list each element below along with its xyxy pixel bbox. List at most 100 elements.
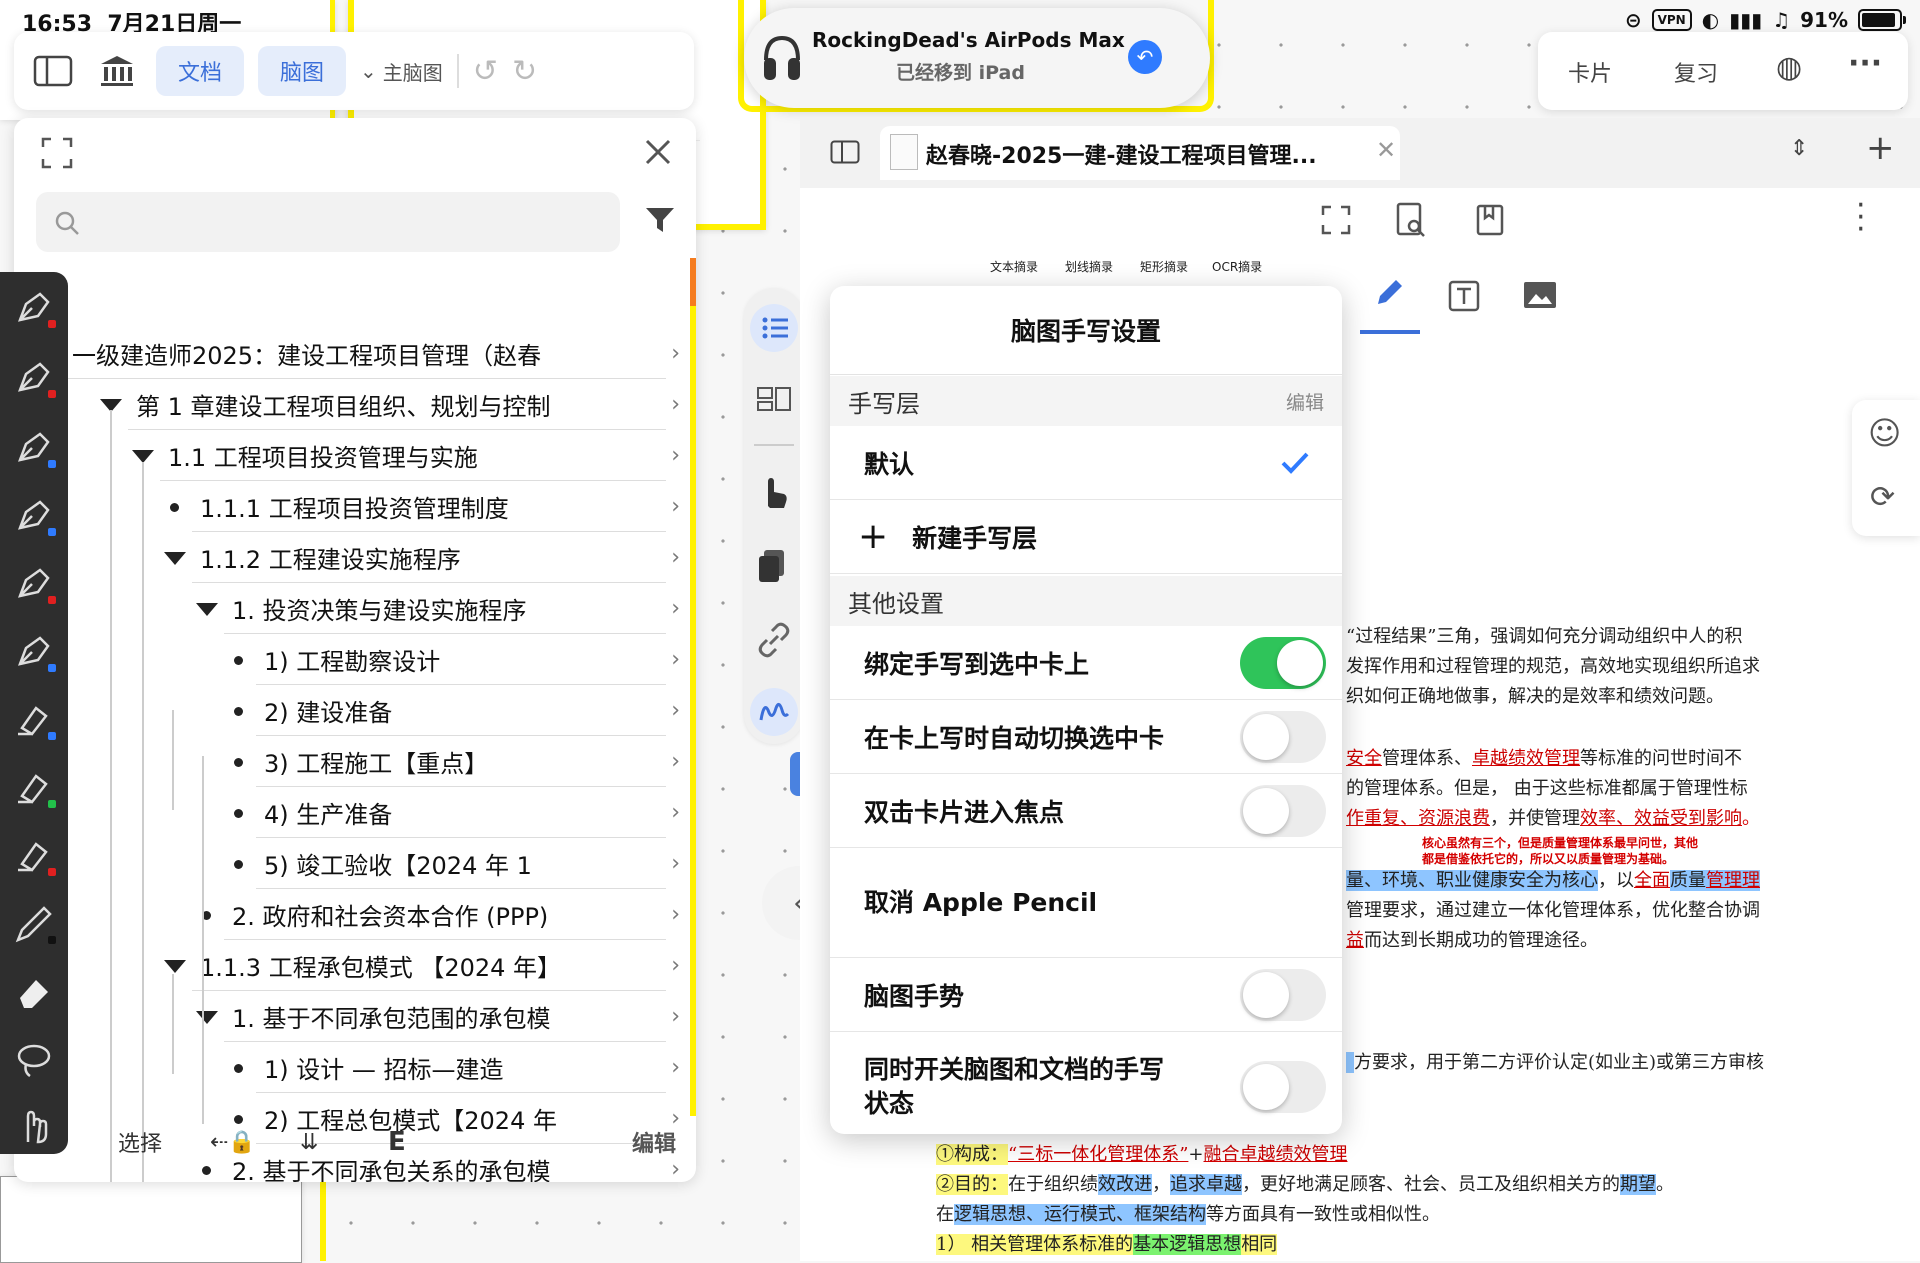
new-layer-row[interactable]: + 新建手写层	[830, 500, 1342, 574]
sort-icon[interactable]: ⇊	[300, 1130, 318, 1155]
outline-row[interactable]: 5) 竣工验收【2024 年 1 ›	[256, 838, 680, 889]
chevron-right-icon[interactable]: ›	[671, 647, 680, 672]
link-icon[interactable]	[756, 622, 792, 658]
outline-row[interactable]: 1.1.2 工程建设实施程序 ›	[192, 532, 680, 583]
chevron-right-icon[interactable]: ›	[671, 1004, 680, 1029]
setting-toggle[interactable]	[1240, 711, 1326, 763]
undo-button[interactable]: ↺	[473, 54, 498, 89]
chevron-right-icon[interactable]: ›	[671, 392, 680, 417]
document-more-icon[interactable]: · · ·	[1856, 191, 1866, 245]
chevron-right-icon[interactable]: ›	[671, 902, 680, 927]
chevron-right-icon[interactable]: ›	[671, 749, 680, 774]
select-button[interactable]: 选择	[118, 1126, 162, 1158]
document-search-icon[interactable]	[1396, 202, 1426, 238]
collapse-triangle-icon[interactable]	[196, 1011, 218, 1024]
eraser-icon[interactable]	[12, 970, 56, 1014]
airpods-return-button[interactable]: ↶	[1128, 40, 1162, 74]
outline-search-input[interactable]	[36, 192, 620, 252]
outline-scroll-thumb[interactable]	[690, 258, 696, 306]
lasso-icon[interactable]	[12, 1038, 56, 1082]
layers-edit-button[interactable]: 编辑	[1286, 388, 1324, 415]
setting-toggle[interactable]	[1240, 785, 1326, 837]
outline-row[interactable]: 4) 生产准备 ›	[256, 787, 680, 838]
outline-row[interactable]: 第 1 章建设工程项目组织、规划与控制 ›	[128, 379, 680, 430]
document-sidebar-toggle[interactable]	[830, 140, 860, 164]
format-icon[interactable]: Ε	[388, 1127, 406, 1157]
more-icon[interactable]: ···	[1848, 46, 1882, 81]
airpods-notification[interactable]: RockingDead's AirPods Max 已经移到 iPad ↶	[744, 8, 1210, 108]
chevron-right-icon[interactable]: ›	[671, 341, 680, 366]
outline-row[interactable]: 1. 基于不同承包范围的承包模 ›	[224, 991, 680, 1042]
expand-icon[interactable]	[40, 136, 74, 170]
outline-row[interactable]: 1) 设计 — 招标—建造 ›	[256, 1042, 680, 1093]
close-outline-button[interactable]	[644, 138, 672, 166]
layout-icon[interactable]	[756, 384, 792, 420]
outline-list-icon[interactable]	[750, 304, 798, 352]
chevron-right-icon[interactable]: ›	[671, 800, 680, 825]
review-button[interactable]: 复习	[1674, 56, 1718, 88]
image-icon[interactable]	[1522, 280, 1558, 310]
fountain-pen-red-icon[interactable]	[12, 286, 56, 330]
setting-toggle[interactable]	[1240, 637, 1326, 689]
highlighter-blue-icon[interactable]	[12, 698, 56, 742]
setting-toggle[interactable]	[1240, 969, 1326, 1021]
tab-doc[interactable]: 文档	[156, 46, 245, 96]
web-help-icon[interactable]: ◍	[1776, 50, 1802, 85]
edit-button[interactable]: 编辑	[632, 1126, 676, 1158]
document-fullscreen-icon[interactable]	[1320, 204, 1352, 236]
lock-move-icon[interactable]: ⇠🔒	[210, 1130, 256, 1155]
sidebar-toggle-button[interactable]	[28, 46, 78, 96]
outline-row[interactable]: 1.1 工程项目投资管理与实施 ›	[160, 430, 680, 481]
outline-row[interactable]: 1.1.1 工程项目投资管理制度 ›	[192, 481, 680, 532]
outline-row[interactable]: 2. 政府和社会资本合作 (PPP) ›	[224, 889, 680, 940]
tab-mindmap[interactable]: 脑图	[258, 46, 347, 96]
layer-default-row[interactable]: 默认	[830, 426, 1342, 500]
chevron-right-icon[interactable]: ›	[671, 443, 680, 468]
hand-pointer-icon[interactable]	[12, 1102, 56, 1146]
pencil-black-icon[interactable]	[12, 902, 56, 946]
collapse-triangle-icon[interactable]	[196, 603, 218, 616]
outline-row[interactable]: 3) 工程施工【重点】 ›	[256, 736, 680, 787]
pen-tool-icon[interactable]	[1360, 276, 1420, 334]
text-box-icon[interactable]	[1448, 280, 1480, 312]
setting-row[interactable]: 在卡上写时自动切换选中卡	[830, 700, 1342, 774]
document-tab-close-icon[interactable]: ✕	[1376, 136, 1396, 164]
chevron-right-icon[interactable]: ›	[671, 698, 680, 723]
bookmark-icon[interactable]	[1476, 204, 1504, 236]
new-tab-icon[interactable]: +	[1866, 128, 1895, 168]
fountain-pen-blue-3-icon[interactable]	[12, 630, 56, 674]
setting-row[interactable]: 双击卡片进入焦点	[830, 774, 1342, 848]
chevron-right-icon[interactable]: ›	[671, 545, 680, 570]
tab-switch-icon[interactable]: ⇕	[1790, 136, 1808, 161]
chevron-right-icon[interactable]: ›	[671, 494, 680, 519]
outline-row[interactable]: 2) 建设准备 ›	[256, 685, 680, 736]
copy-icon[interactable]	[756, 548, 792, 584]
chevron-right-icon[interactable]: ›	[671, 953, 680, 978]
collapse-triangle-icon[interactable]	[164, 552, 186, 565]
emoji-icon[interactable]: ☺	[1868, 414, 1901, 452]
setting-row[interactable]: 取消 Apple Pencil	[830, 848, 1342, 958]
highlighter-red-icon[interactable]	[12, 834, 56, 878]
chevron-right-icon[interactable]: ›	[671, 851, 680, 876]
outline-row[interactable]: 1. 投资决策与建设实施程序 ›	[224, 583, 680, 634]
setting-row[interactable]: 绑定手写到选中卡上	[830, 626, 1342, 700]
setting-row[interactable]: 脑图手势	[830, 958, 1342, 1032]
setting-toggle[interactable]	[1240, 1061, 1326, 1113]
chevron-right-icon[interactable]: ›	[671, 596, 680, 621]
collapse-triangle-icon[interactable]	[164, 960, 186, 973]
fountain-pen-red-2-icon[interactable]	[12, 356, 56, 400]
pointer-hand-icon[interactable]	[756, 474, 792, 510]
fountain-pen-blue-2-icon[interactable]	[12, 494, 56, 538]
outline-row[interactable]: 一级建造师2025：建设工程项目管理（赵春 ›	[64, 328, 680, 379]
redo-button[interactable]: ↻	[512, 54, 537, 89]
setting-row[interactable]: 同时开关脑图和文档的手写状态	[830, 1032, 1342, 1134]
filter-button[interactable]	[644, 204, 676, 236]
mindmap-dropdown[interactable]: ⌄ 主脑图	[360, 57, 443, 86]
fountain-pen-red-3-icon[interactable]	[12, 562, 56, 606]
refresh-icon[interactable]: ⟳	[1870, 480, 1895, 515]
chevron-right-icon[interactable]: ›	[671, 1055, 680, 1080]
highlighter-green-icon[interactable]	[12, 766, 56, 810]
card-button[interactable]: 卡片	[1568, 56, 1612, 88]
outline-row[interactable]: 1) 工程勘察设计 ›	[256, 634, 680, 685]
fountain-pen-blue-icon[interactable]	[12, 426, 56, 470]
